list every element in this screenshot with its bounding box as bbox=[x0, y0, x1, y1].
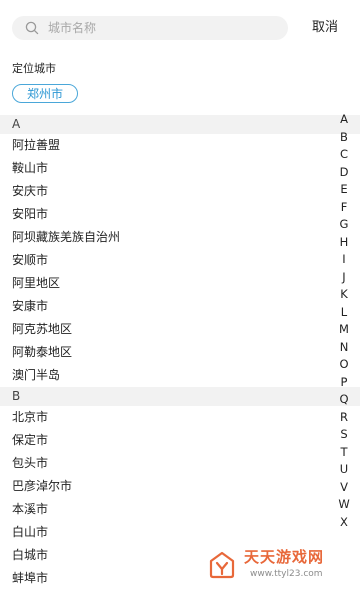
index-letter-h[interactable]: H bbox=[340, 234, 349, 252]
current-city-button[interactable]: 郑州市 bbox=[12, 84, 78, 103]
watermark-brand: 天天游戏网 bbox=[244, 548, 325, 566]
index-letter-b[interactable]: B bbox=[340, 129, 348, 147]
index-letter-u[interactable]: U bbox=[340, 461, 348, 479]
city-item[interactable]: 澳门半岛 bbox=[0, 364, 360, 387]
city-item[interactable]: 安庆市 bbox=[0, 180, 360, 203]
index-letter-d[interactable]: D bbox=[340, 164, 349, 182]
index-letter-e[interactable]: E bbox=[340, 181, 347, 199]
watermark-url: www.ttyl23.com bbox=[250, 569, 323, 579]
location-title: 定位城市 bbox=[12, 62, 56, 75]
city-item[interactable]: 北京市 bbox=[0, 406, 360, 429]
city-item[interactable]: 巴彦淖尔市 bbox=[0, 475, 360, 498]
index-letter-i[interactable]: I bbox=[342, 251, 345, 269]
cancel-button[interactable]: 取消 bbox=[303, 18, 347, 38]
city-item[interactable]: 阿坝藏族羌族自治州 bbox=[0, 226, 360, 249]
city-item[interactable]: 阿拉善盟 bbox=[0, 134, 360, 157]
index-letter-f[interactable]: F bbox=[341, 199, 348, 217]
index-letter-w[interactable]: W bbox=[338, 496, 349, 514]
index-letter-t[interactable]: T bbox=[340, 444, 347, 462]
city-item[interactable]: 保定市 bbox=[0, 429, 360, 452]
city-item[interactable]: 阿勒泰地区 bbox=[0, 341, 360, 364]
letter-index: ABCDEFGHIJKLMNOPQRSTUVWX bbox=[334, 111, 354, 531]
city-item[interactable]: 阿里地区 bbox=[0, 272, 360, 295]
index-letter-m[interactable]: M bbox=[339, 321, 349, 339]
city-item[interactable]: 安阳市 bbox=[0, 203, 360, 226]
index-letter-r[interactable]: R bbox=[340, 409, 348, 427]
index-letter-q[interactable]: Q bbox=[339, 391, 348, 409]
search-header: 取消 bbox=[0, 0, 360, 55]
watermark-logo-icon bbox=[209, 551, 235, 579]
index-letter-g[interactable]: G bbox=[340, 216, 349, 234]
watermark: 天天游戏网 www.ttyl23.com bbox=[200, 544, 360, 585]
index-letter-c[interactable]: C bbox=[340, 146, 348, 164]
city-list: A 阿拉善盟 鞍山市 安庆市 安阳市 阿坝藏族羌族自治州 安顺市 阿里地区 安康市 阿克苏地区 阿勒… bbox=[0, 115, 360, 590]
index-letter-s[interactable]: S bbox=[340, 426, 347, 444]
city-item[interactable]: 包头市 bbox=[0, 452, 360, 475]
index-letter-x[interactable]: X bbox=[340, 514, 348, 532]
city-item[interactable]: 鞍山市 bbox=[0, 157, 360, 180]
index-letter-j[interactable]: J bbox=[342, 269, 345, 287]
city-item[interactable]: 本溪市 bbox=[0, 498, 360, 521]
city-item[interactable]: 安康市 bbox=[0, 295, 360, 318]
index-letter-a[interactable]: A bbox=[340, 111, 348, 129]
search-bar[interactable] bbox=[12, 16, 288, 40]
section-header-a: A bbox=[0, 115, 360, 134]
search-input[interactable] bbox=[48, 16, 278, 40]
index-letter-k[interactable]: K bbox=[340, 286, 348, 304]
index-letter-v[interactable]: V bbox=[340, 479, 348, 497]
index-letter-l[interactable]: L bbox=[341, 304, 347, 322]
index-letter-o[interactable]: O bbox=[339, 356, 348, 374]
city-item[interactable]: 阿克苏地区 bbox=[0, 318, 360, 341]
section-header-b: B bbox=[0, 387, 360, 406]
index-letter-p[interactable]: P bbox=[341, 374, 348, 392]
city-item[interactable]: 白山市 bbox=[0, 521, 360, 544]
index-letter-n[interactable]: N bbox=[340, 339, 349, 357]
city-item[interactable]: 安顺市 bbox=[0, 249, 360, 272]
search-icon bbox=[25, 21, 39, 35]
